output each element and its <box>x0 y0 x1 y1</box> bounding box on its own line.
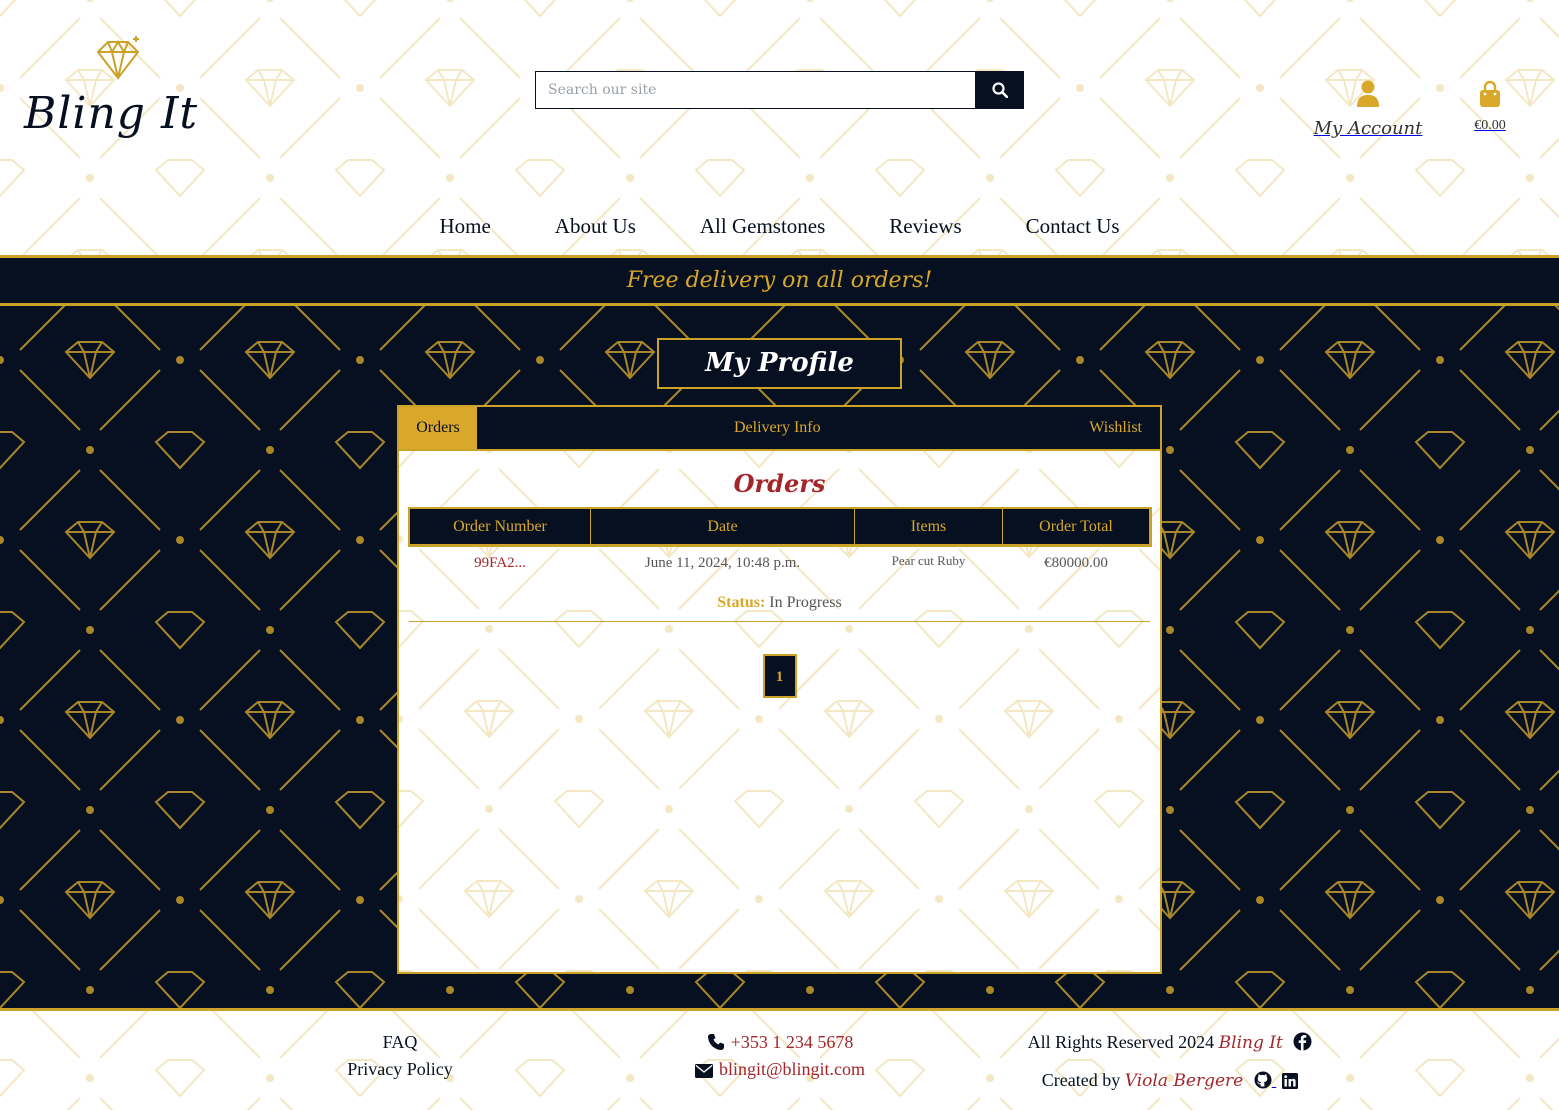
orders-panel: Orders Order Number Date Items Order Tot… <box>399 469 1160 698</box>
phone-number: +353 1 234 5678 <box>730 1032 854 1052</box>
phone-link[interactable]: +353 1 234 5678 <box>640 1029 920 1056</box>
footer-rights: All Rights Reserved 2024 Bling It Create… <box>980 1029 1360 1095</box>
status-divider <box>409 621 1150 622</box>
nav-contact-us[interactable]: Contact Us <box>994 214 1152 239</box>
orders-table: Order Number Date Items Order Total 99FA… <box>407 506 1152 573</box>
footer-links: FAQ Privacy Policy <box>300 1029 500 1083</box>
nav-all-gemstones[interactable]: All Gemstones <box>668 214 857 239</box>
status-value: In Progress <box>769 594 842 611</box>
tab-orders[interactable]: Orders <box>399 407 477 449</box>
profile-card: Orders Delivery Info Wishlist Orders Ord… <box>397 405 1162 974</box>
rights-text: All Rights Reserved 2024 <box>1027 1032 1215 1052</box>
creator-name: Viola Bergere <box>1124 1071 1244 1091</box>
column-header-date: Date <box>590 508 855 545</box>
my-account-link[interactable]: My Account <box>1308 80 1428 144</box>
github-link[interactable] <box>1248 1070 1277 1090</box>
profile-main-area: My Profile Orders Delivery Info Wishlist… <box>0 306 1559 1010</box>
github-icon <box>1254 1071 1272 1089</box>
search-button[interactable] <box>975 71 1024 109</box>
tab-delivery-info[interactable]: Delivery Info <box>734 407 821 449</box>
nav-reviews[interactable]: Reviews <box>857 214 993 239</box>
order-number-cell: 99FA2... <box>410 545 591 573</box>
search-form <box>535 71 1024 109</box>
page-title: My Profile <box>705 348 854 378</box>
nav-about-us[interactable]: About Us <box>523 214 668 239</box>
column-header-order-total: Order Total <box>1002 508 1150 545</box>
page-number-button[interactable]: 1 <box>762 654 797 698</box>
email-link[interactable]: blingit@blingit.com <box>640 1056 920 1083</box>
pagination: 1 <box>409 654 1150 698</box>
cart-total: €0.00 <box>1474 118 1506 133</box>
search-icon <box>991 82 1008 98</box>
cart-link[interactable]: €0.00 <box>1460 80 1520 144</box>
status-label: Status: <box>717 594 766 611</box>
main-navigation: Home About Us All Gemstones Reviews Cont… <box>0 214 1559 246</box>
email-address: blingit@blingit.com <box>718 1059 866 1079</box>
created-by-line: Created by Viola Bergere <box>980 1067 1360 1095</box>
logo-link[interactable]: Bling It <box>16 30 206 155</box>
order-status: Status: In Progress <box>409 594 1150 612</box>
profile-title-box: My Profile <box>657 338 902 389</box>
profile-tabs: Orders Delivery Info Wishlist <box>399 407 1160 451</box>
table-row: 99FA2... June 11, 2024, 10:48 p.m. Pear … <box>410 545 1150 573</box>
linkedin-icon <box>1282 1073 1299 1089</box>
column-header-order-number: Order Number <box>409 508 591 545</box>
created-by-text: Created by <box>1041 1070 1121 1090</box>
user-icon <box>1357 80 1379 107</box>
delivery-banner-text: Free delivery on all orders! <box>626 268 933 293</box>
privacy-policy-link[interactable]: Privacy Policy <box>300 1056 500 1083</box>
phone-icon <box>707 1034 724 1050</box>
table-header-row: Order Number Date Items Order Total <box>407 506 1152 547</box>
footer-contact: +353 1 234 5678 blingit@blingit.com <box>640 1029 920 1083</box>
order-items-cell: Pear cut Ruby <box>891 553 966 568</box>
order-number-link[interactable]: 99FA2... <box>474 555 526 571</box>
order-total-cell: €80000.00 <box>1044 555 1108 571</box>
faq-link[interactable]: FAQ <box>300 1029 500 1056</box>
tab-wishlist[interactable]: Wishlist <box>1089 407 1142 449</box>
facebook-link[interactable] <box>1287 1032 1312 1052</box>
envelope-icon <box>694 1064 713 1078</box>
rights-brand: Bling It <box>1218 1033 1283 1053</box>
logo-text: Bling It <box>23 88 199 139</box>
rights-line: All Rights Reserved 2024 Bling It <box>980 1029 1360 1057</box>
nav-home[interactable]: Home <box>407 214 522 239</box>
linkedin-link[interactable] <box>1276 1070 1299 1090</box>
search-input[interactable] <box>535 71 975 109</box>
facebook-icon <box>1293 1032 1312 1051</box>
site-footer: FAQ Privacy Policy +353 1 234 5678 bling… <box>0 1008 1559 1110</box>
order-date-cell: June 11, 2024, 10:48 p.m. <box>644 555 801 571</box>
delivery-banner: Free delivery on all orders! <box>0 255 1559 306</box>
column-header-items: Items <box>854 508 1003 545</box>
my-account-label: My Account <box>1313 118 1423 139</box>
diamond-logo-icon <box>96 36 140 80</box>
shopping-bag-icon <box>1480 80 1500 107</box>
site-header: Bling It My Account €0.00 Home About Us <box>0 0 1559 256</box>
orders-heading: Orders <box>733 469 826 498</box>
